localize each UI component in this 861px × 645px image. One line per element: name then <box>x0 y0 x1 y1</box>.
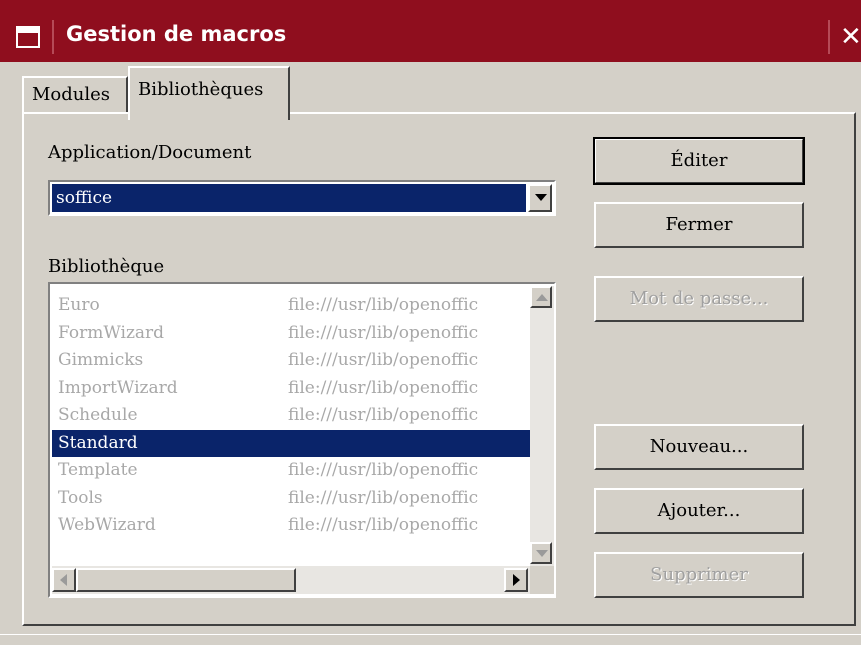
library-path: file:///usr/lib/openoffic <box>288 405 479 425</box>
library-label: Bibliothèque <box>48 256 165 277</box>
library-rows: Euro file:///usr/lib/openoffic FormWizard f… <box>52 292 530 540</box>
list-item[interactable]: Standard <box>52 429 530 457</box>
list-item[interactable]: WebWizard file:///usr/lib/openoffic <box>52 512 530 540</box>
tab-modules[interactable]: Modules <box>22 76 128 112</box>
library-name: Gimmicks <box>58 350 144 370</box>
application-value[interactable]: soffice <box>52 184 526 212</box>
chevron-down-icon <box>535 194 547 201</box>
nouveau-button[interactable]: Nouveau... <box>594 424 804 470</box>
library-path: file:///usr/lib/openoffic <box>288 350 479 370</box>
arrow-up-icon <box>536 294 548 301</box>
library-name: Standard <box>58 432 138 453</box>
scrollbar-corner <box>530 566 554 594</box>
library-path: file:///usr/lib/openoffic <box>288 322 479 343</box>
library-name: Euro <box>58 295 100 315</box>
list-item[interactable]: ImportWizard file:///usr/lib/openoffic <box>52 375 530 403</box>
application-label: Application/Document <box>48 142 252 163</box>
window-title: Gestion de macros <box>66 22 287 46</box>
horizontal-scroll-thumb[interactable] <box>76 568 296 592</box>
library-name: Tools <box>58 487 103 508</box>
arrow-left-icon <box>60 574 67 586</box>
horizontal-scrollbar[interactable] <box>52 566 530 594</box>
library-path: file:///usr/lib/openoffic <box>288 515 479 535</box>
supprimer-button[interactable]: Supprimer <box>594 552 804 598</box>
fermer-button[interactable]: Fermer <box>594 202 804 248</box>
window-bottom-edge <box>0 634 861 645</box>
list-item[interactable]: Gimmicks file:///usr/lib/openoffic <box>52 347 530 375</box>
library-listbox[interactable]: Euro file:///usr/lib/openoffic FormWizard f… <box>48 282 556 598</box>
list-item[interactable]: FormWizard file:///usr/lib/openoffic <box>52 320 530 348</box>
application-combobox[interactable]: soffice <box>48 180 556 216</box>
dropdown-button[interactable] <box>528 184 552 212</box>
library-name: FormWizard <box>58 322 165 343</box>
list-item[interactable]: Tools file:///usr/lib/openoffic <box>52 485 530 513</box>
library-path: file:///usr/lib/openoffic <box>288 377 479 398</box>
arrow-right-icon <box>513 574 520 586</box>
library-path: file:///usr/lib/openoffic <box>288 460 479 480</box>
list-item[interactable]: Schedule file:///usr/lib/openoffic <box>52 402 530 430</box>
library-name: Template <box>58 460 138 480</box>
editer-button[interactable]: Éditer <box>593 137 805 185</box>
scroll-right-button[interactable] <box>504 568 528 592</box>
title-separator <box>52 20 54 54</box>
list-item[interactable]: Template file:///usr/lib/openoffic <box>52 457 530 485</box>
library-name: ImportWizard <box>58 377 178 398</box>
library-name: WebWizard <box>58 515 156 535</box>
arrow-down-icon <box>536 550 548 557</box>
vertical-scrollbar[interactable] <box>530 286 554 566</box>
title-bar: Gestion de macros ✕ <box>0 0 861 62</box>
ajouter-button[interactable]: Ajouter... <box>594 488 804 534</box>
tab-bibliotheques[interactable]: Bibliothèques <box>128 66 290 120</box>
library-path: file:///usr/lib/openoffic <box>288 295 479 315</box>
scroll-up-button[interactable] <box>530 286 552 308</box>
library-name: Schedule <box>58 405 138 425</box>
window-menu-icon[interactable] <box>16 26 40 48</box>
scroll-down-button[interactable] <box>530 542 552 564</box>
mot-de-passe-button[interactable]: Mot de passe... <box>594 276 804 322</box>
close-button[interactable]: ✕ <box>828 20 861 54</box>
scroll-left-button[interactable] <box>52 568 76 592</box>
library-path: file:///usr/lib/openoffic <box>288 487 479 508</box>
list-item[interactable]: Euro file:///usr/lib/openoffic <box>52 292 530 320</box>
